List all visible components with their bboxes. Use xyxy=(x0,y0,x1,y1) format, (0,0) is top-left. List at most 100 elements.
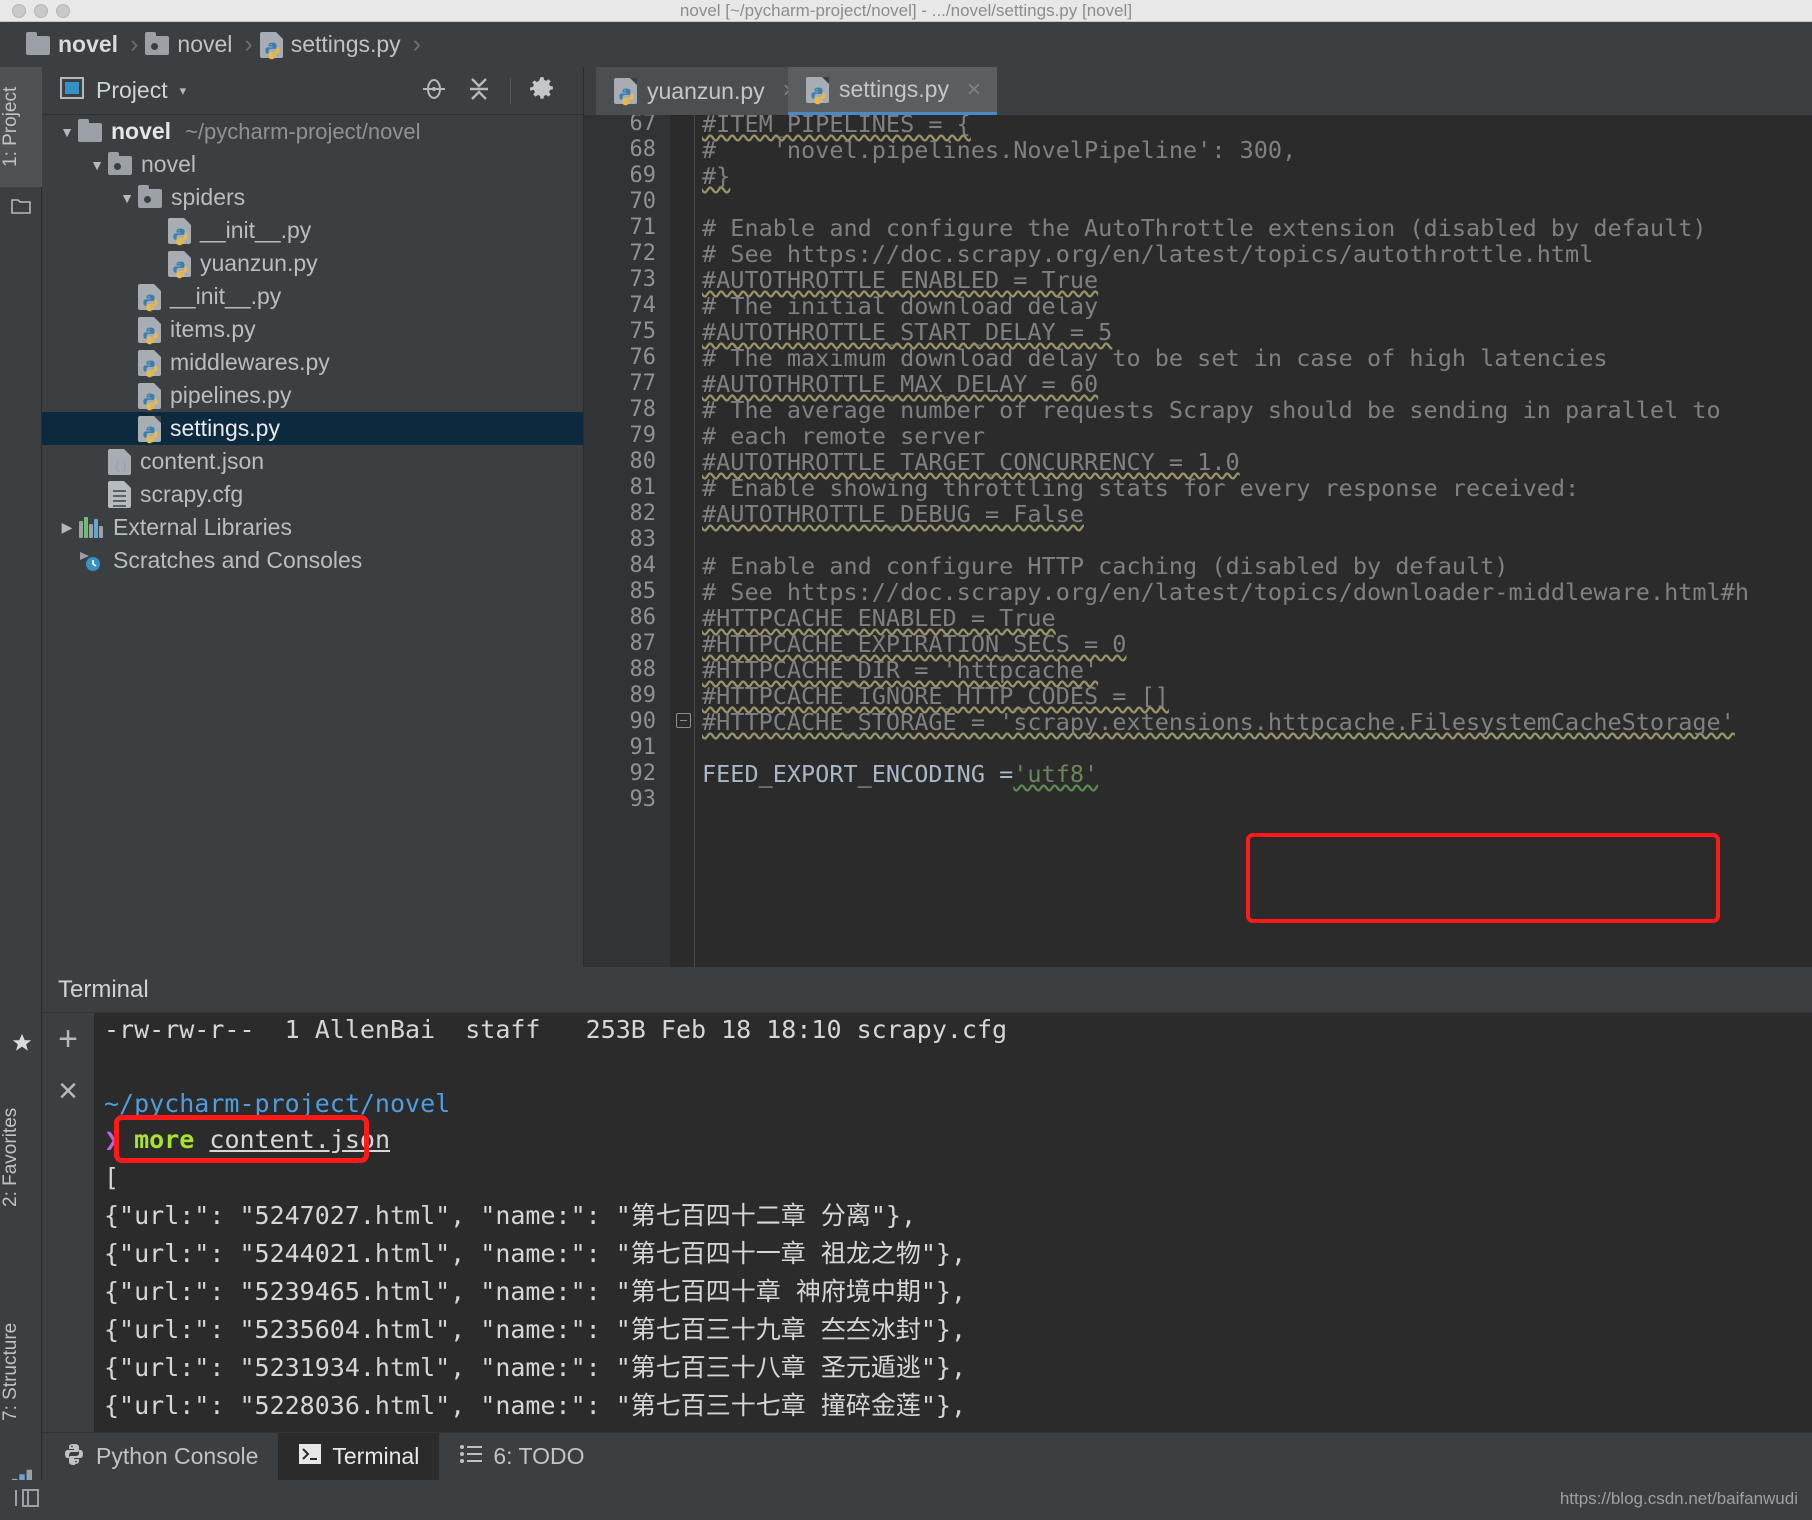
tool-tab-structure[interactable]: 7: Structure xyxy=(0,1282,42,1462)
line-number: 77 xyxy=(629,371,657,396)
locate-icon[interactable] xyxy=(420,75,448,108)
toolbar-divider xyxy=(510,78,511,104)
window-title: novel [~/pycharm-project/novel] - .../no… xyxy=(679,1,1133,20)
project-folder-icon xyxy=(11,197,31,220)
tree-item-items-py[interactable]: items.py xyxy=(42,313,583,346)
editor-tab-yuanzun-py[interactable]: yuanzun.py × xyxy=(596,67,813,115)
tree-item-path: ~/pycharm-project/novel xyxy=(185,118,421,144)
tree-item-novel-init[interactable]: __init__.py xyxy=(42,280,583,313)
terminal-line: {"url:": "5231934.html", "name:": "第七百三十… xyxy=(104,1353,967,1382)
line-number: 90 xyxy=(629,709,657,734)
code-line: #AUTOTHROTTLE_DEBUG = False xyxy=(702,500,1085,528)
tree-item-novel-root[interactable]: ▼ novel ~/pycharm-project/novel xyxy=(42,115,583,148)
tree-item-label: content.json xyxy=(140,448,265,474)
code-line: # The maximum download delay to be set i… xyxy=(702,344,1608,372)
editor-tabbar: yuanzun.py × settings.py × xyxy=(584,67,1812,115)
code-line: #AUTOTHROTTLE_TARGET_CONCURRENCY = 1.0 xyxy=(702,448,1240,476)
terminal-line: {"url:": "5235604.html", "name:": "第七百三十… xyxy=(104,1315,967,1344)
expand-arrow-icon[interactable]: ▼ xyxy=(56,124,78,140)
tree-item-label: novel xyxy=(141,151,196,177)
tool-tab-favorites[interactable]: 2: Favorites xyxy=(0,1062,42,1252)
pycharm-window: novel [~/pycharm-project/novel] - .../no… xyxy=(0,0,1812,1520)
tree-item-settings-py[interactable]: settings.py xyxy=(42,412,583,445)
tree-item-external-libraries[interactable]: ▶ External Libraries xyxy=(42,511,583,544)
tree-item-scratches-and-consoles[interactable]: Scratches and Consoles xyxy=(42,544,583,577)
collapse-all-icon[interactable] xyxy=(466,75,492,108)
line-number: 82 xyxy=(629,501,657,526)
line-number: 87 xyxy=(629,631,657,656)
status-bar-right-text: https://blog.csdn.net/baifanwudi xyxy=(1559,1489,1798,1508)
bottom-tab-terminal[interactable]: Terminal xyxy=(278,1433,440,1480)
line-number: 75 xyxy=(629,319,657,344)
python-file-icon xyxy=(614,78,637,106)
close-icon[interactable]: × xyxy=(967,76,981,104)
line-number-gutter[interactable]: 67 68 69 70 71 72 73 74 75 76 77 78 79 8… xyxy=(584,115,670,967)
tree-item-label: scrapy.cfg xyxy=(140,481,244,507)
terminal-line: {"url:": "5244021.html", "name:": "第七百四十… xyxy=(104,1239,967,1268)
tree-item-pipelines-py[interactable]: pipelines.py xyxy=(42,379,583,412)
terminal-command: more xyxy=(134,1125,195,1154)
project-tree[interactable]: ▼ novel ~/pycharm-project/novel ▼ novel … xyxy=(42,115,583,967)
code-line: #ITEM_PIPELINES = { xyxy=(702,115,971,138)
tree-item-scrapy-cfg[interactable]: scrapy.cfg xyxy=(42,478,583,511)
tree-item-spiders-init[interactable]: __init__.py xyxy=(42,214,583,247)
terminal-icon xyxy=(298,1443,322,1471)
gutter-divider xyxy=(694,115,695,967)
left-tool-strip: 1: Project 2: Favorites 7: Structure xyxy=(0,67,42,1520)
project-panel-toolbar xyxy=(420,67,573,115)
terminal-line: {"url:": "5228036.html", "name:": "第七百三十… xyxy=(104,1391,967,1420)
chevron-down-icon[interactable]: ▾ xyxy=(180,83,187,99)
bottom-tab-todo[interactable]: 6: TODO xyxy=(439,1433,604,1480)
line-number: 80 xyxy=(629,449,657,474)
close-session-button[interactable]: × xyxy=(42,1065,94,1117)
breadcrumb-separator-icon: › xyxy=(412,30,421,58)
tree-item-content-json[interactable]: content.json xyxy=(42,445,583,478)
expand-arrow-icon[interactable]: ▼ xyxy=(116,190,138,206)
expand-arrow-icon[interactable]: ▶ xyxy=(56,519,78,536)
line-number: 68 xyxy=(629,137,657,162)
terminal-output[interactable]: -rw-rw-r-- 1 AllenBai staff 253B Feb 18 … xyxy=(94,1013,1812,1450)
line-number: 84 xyxy=(629,553,657,578)
breadcrumb-item-novel-root[interactable]: novel xyxy=(26,22,118,67)
terminal-cwd-line: ~/pycharm-project/novel xyxy=(104,1089,451,1118)
line-number: 83 xyxy=(629,527,657,552)
json-file-icon xyxy=(108,448,131,475)
terminal-line: -rw-rw-r-- 1 AllenBai staff 253B Feb 18 … xyxy=(104,1015,1008,1044)
bottom-tab-python-console[interactable]: Python Console xyxy=(42,1433,278,1480)
code-line: #HTTPCACHE_STORAGE = 'scrapy.extensions.… xyxy=(702,708,1735,736)
terminal-line: {"url:": "5239465.html", "name:": "第七百四十… xyxy=(104,1277,967,1306)
tree-item-spiders[interactable]: ▼ spiders xyxy=(42,181,583,214)
breadcrumb-separator-icon: › xyxy=(130,30,139,58)
new-session-button[interactable]: + xyxy=(42,1013,94,1065)
tree-item-label: items.py xyxy=(170,316,256,342)
python-file-icon xyxy=(168,217,191,245)
code-editor[interactable]: 67 68 69 70 71 72 73 74 75 76 77 78 79 8… xyxy=(584,115,1812,967)
line-number: 89 xyxy=(629,683,657,708)
expand-arrow-icon[interactable]: ▼ xyxy=(86,157,108,173)
line-number: 86 xyxy=(629,605,657,630)
python-file-icon xyxy=(138,382,161,410)
breadcrumb-item-novel-package[interactable]: novel xyxy=(145,22,232,67)
tree-item-label: spiders xyxy=(171,184,246,210)
editor-tab-settings-py[interactable]: settings.py × xyxy=(788,67,997,115)
code-line: # See https://doc.scrapy.org/en/latest/t… xyxy=(702,240,1594,268)
toggle-tool-windows-icon[interactable] xyxy=(12,1486,46,1515)
tree-item-middlewares-py[interactable]: middlewares.py xyxy=(42,346,583,379)
terminal-command-line: ❯ more content.json xyxy=(104,1121,390,1159)
code-line-feed-export-encoding: FEED_EXPORT_ENCODING ='utf8' xyxy=(702,761,1098,787)
tree-item-yuanzun-py[interactable]: yuanzun.py xyxy=(42,247,583,280)
line-number: 74 xyxy=(629,293,657,318)
tree-item-novel-package[interactable]: ▼ novel xyxy=(42,148,583,181)
folder-icon xyxy=(78,119,102,142)
code-fold-icon[interactable] xyxy=(676,713,691,728)
tree-item-label: pipelines.py xyxy=(170,382,292,408)
libraries-icon xyxy=(78,517,104,538)
tree-item-label: Scratches and Consoles xyxy=(113,547,363,573)
python-file-icon xyxy=(138,349,161,377)
favorites-star-icon xyxy=(11,1032,33,1059)
breadcrumb-item-settings-py[interactable]: settings.py xyxy=(259,22,401,67)
line-number: 93 xyxy=(629,787,657,812)
scratches-icon xyxy=(78,550,104,572)
tool-tab-project[interactable]: 1: Project xyxy=(0,67,42,187)
gear-icon[interactable] xyxy=(529,76,555,107)
